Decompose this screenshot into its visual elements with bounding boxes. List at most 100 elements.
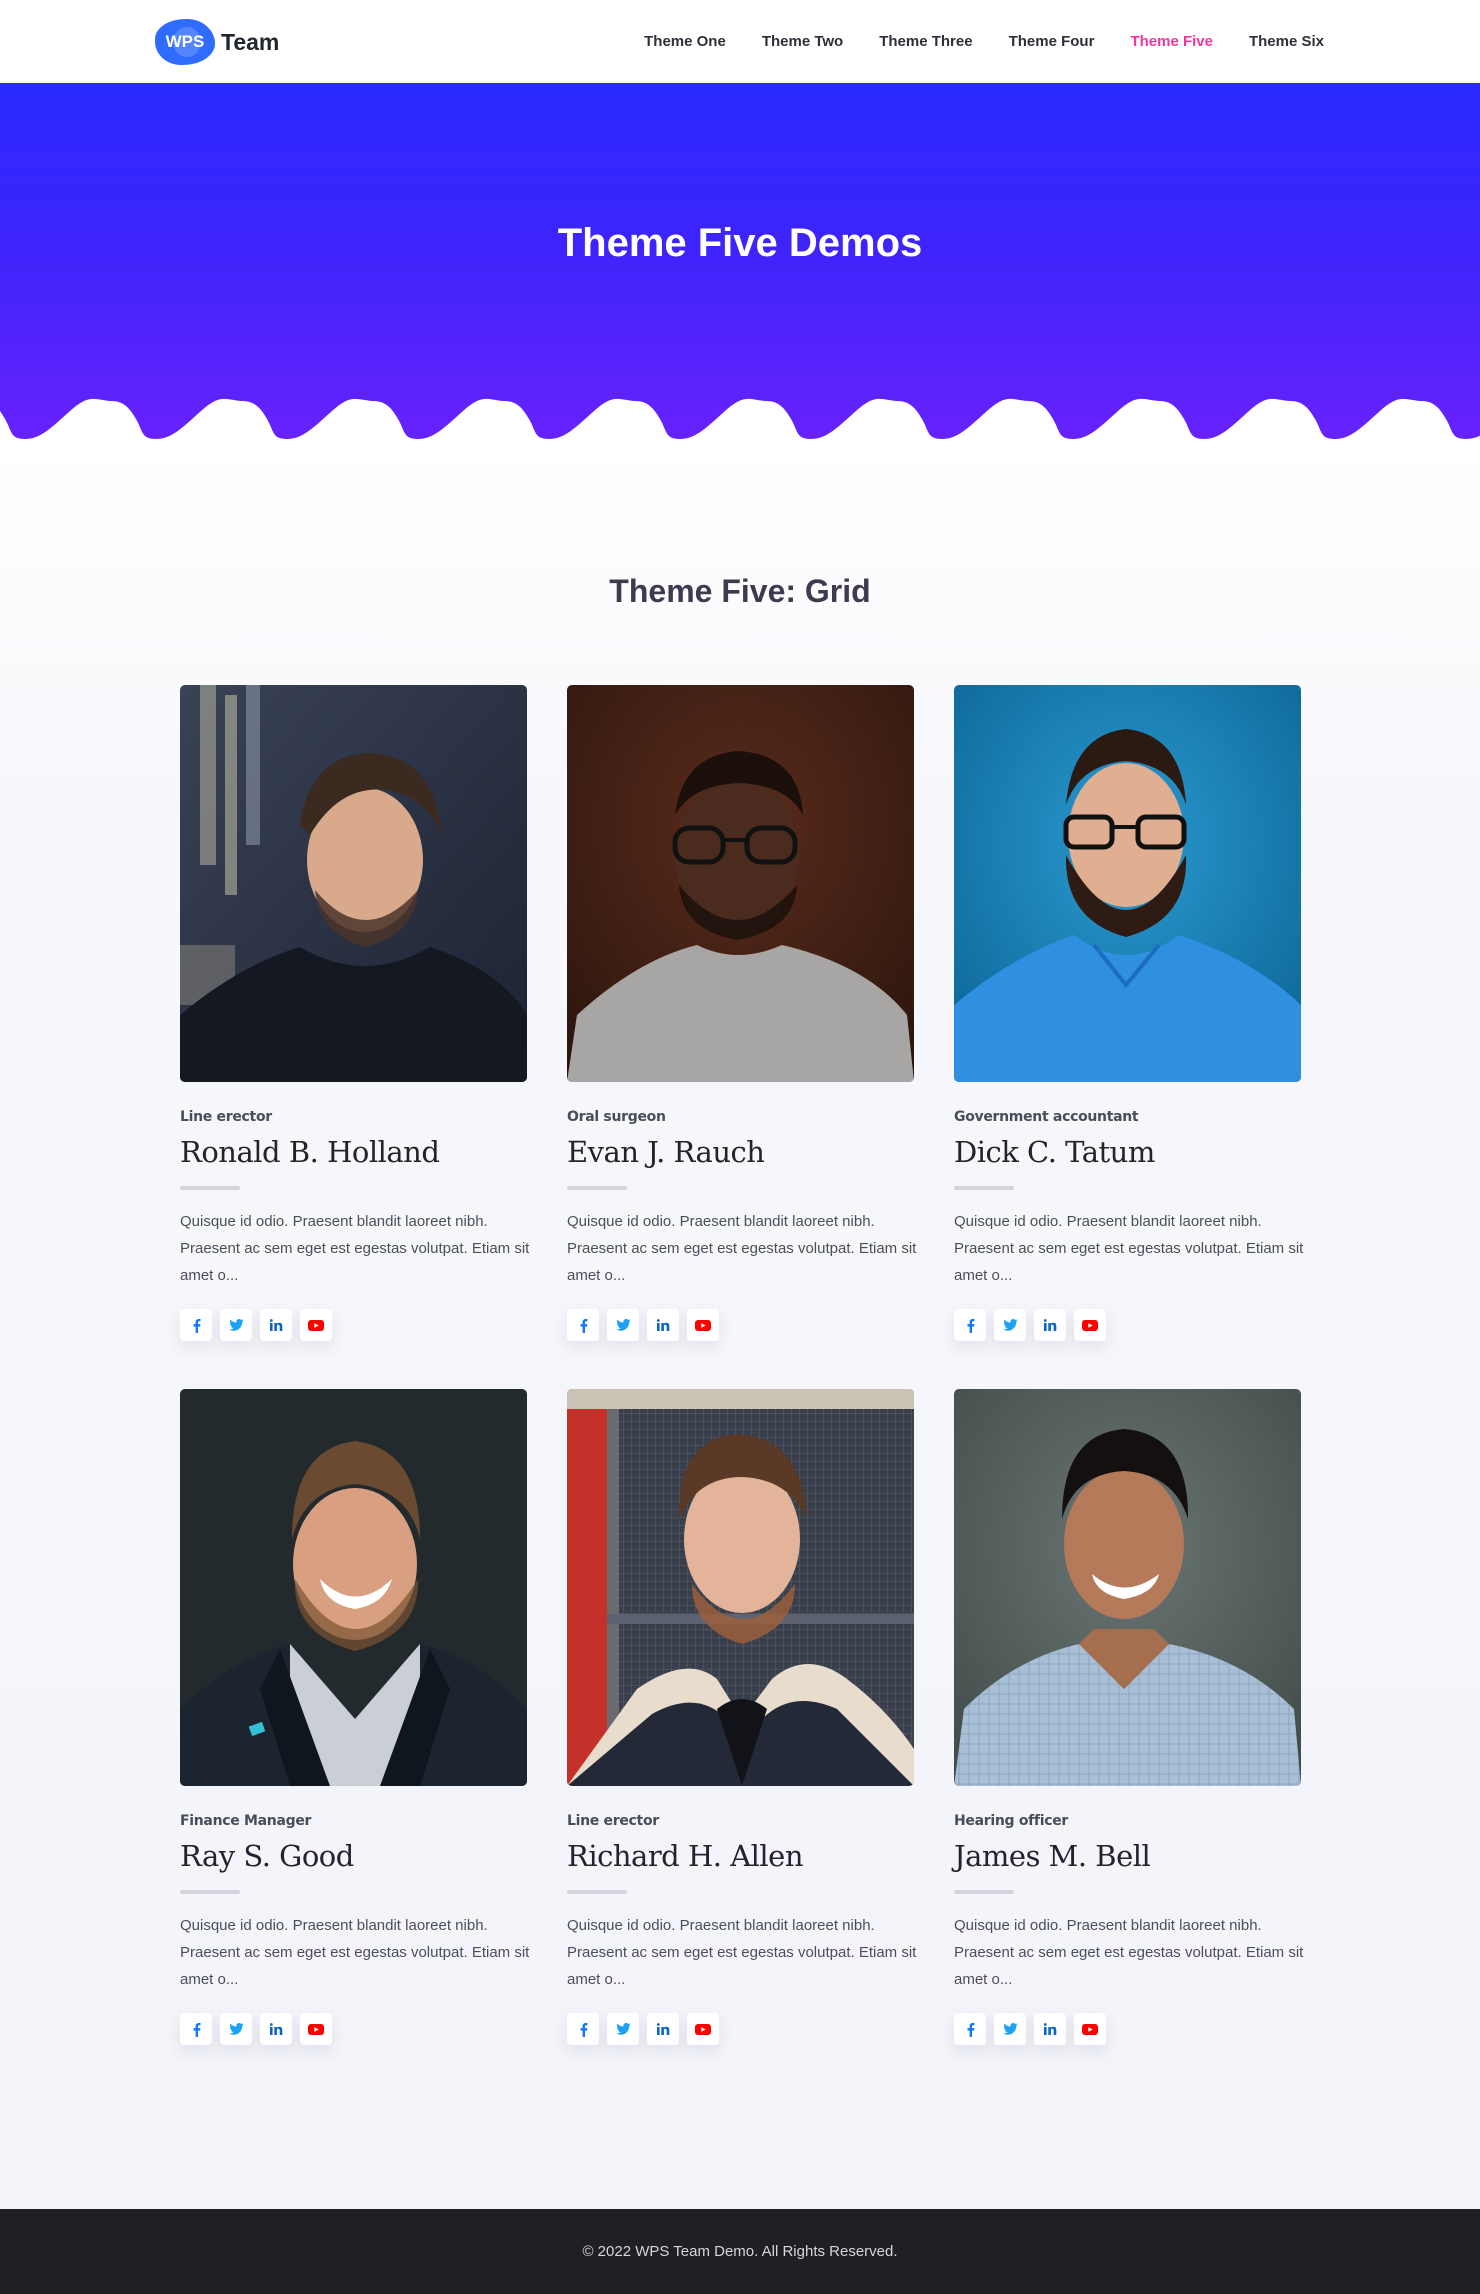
linkedin-link[interactable]: [1034, 1309, 1066, 1341]
member-name[interactable]: Dick C. Tatum: [954, 1135, 1301, 1169]
nav-theme-one[interactable]: Theme One: [644, 33, 726, 50]
linkedin-icon: [1043, 1319, 1057, 1331]
twitter-link[interactable]: [607, 1309, 639, 1341]
linkedin-icon: [269, 2023, 283, 2035]
logo-badge: WPS: [155, 19, 215, 65]
youtube-link[interactable]: [687, 1309, 719, 1341]
member-photo[interactable]: [954, 685, 1301, 1082]
twitter-link[interactable]: [994, 2013, 1026, 2045]
twitter-icon: [615, 2023, 631, 2035]
hero-wave-divider: [0, 398, 1480, 443]
member-role: Government accountant: [954, 1109, 1139, 1125]
portrait-image: [180, 1389, 527, 1786]
nav-theme-five[interactable]: Theme Five: [1130, 33, 1213, 50]
member-role: Oral surgeon: [567, 1109, 666, 1125]
hero-banner: Theme Five Demos: [0, 83, 1480, 443]
linkedin-icon: [656, 2023, 670, 2035]
facebook-link[interactable]: [180, 1309, 212, 1341]
social-links: [567, 1309, 914, 1341]
portrait-image: [567, 1389, 914, 1786]
social-links: [180, 2013, 527, 2045]
member-name[interactable]: Ronald B. Holland: [180, 1135, 527, 1169]
member-photo[interactable]: [180, 685, 527, 1082]
facebook-link[interactable]: [954, 2013, 986, 2045]
facebook-icon: [966, 2022, 975, 2037]
member-name[interactable]: James M. Bell: [954, 1839, 1301, 1873]
twitter-icon: [228, 2023, 244, 2035]
team-grid: Line erector Ronald B. Holland Quisque i…: [180, 685, 1303, 2045]
facebook-link[interactable]: [180, 2013, 212, 2045]
linkedin-link[interactable]: [1034, 2013, 1066, 2045]
divider: [180, 1890, 240, 1894]
twitter-icon: [1002, 2023, 1018, 2035]
member-role: Line erector: [567, 1813, 659, 1829]
logo[interactable]: WPS Team: [155, 19, 279, 65]
youtube-link[interactable]: [300, 1309, 332, 1341]
facebook-link[interactable]: [567, 2013, 599, 2045]
member-name[interactable]: Richard H. Allen: [567, 1839, 914, 1873]
social-links: [954, 2013, 1301, 2045]
member-role: Finance Manager: [180, 1813, 312, 1829]
section-title: Theme Five: Grid: [609, 573, 871, 609]
divider: [954, 1890, 1014, 1894]
hero-title: Theme Five Demos: [557, 221, 923, 265]
portrait-image: [180, 685, 527, 1082]
logo-text: Team: [221, 28, 280, 55]
member-name[interactable]: Evan J. Rauch: [567, 1135, 914, 1169]
member-role: Hearing officer: [954, 1813, 1069, 1829]
member-name[interactable]: Ray S. Good: [180, 1839, 527, 1873]
member-photo[interactable]: [954, 1389, 1301, 1786]
facebook-icon: [192, 2022, 201, 2037]
site-header: WPS Team Theme One Theme Two Theme Three…: [0, 0, 1480, 83]
main-nav: Theme One Theme Two Theme Three Theme Fo…: [608, 0, 1324, 83]
youtube-link[interactable]: [1074, 2013, 1106, 2045]
nav-theme-two[interactable]: Theme Two: [762, 33, 843, 50]
twitter-link[interactable]: [607, 2013, 639, 2045]
member-card: Line erector Ronald B. Holland Quisque i…: [180, 685, 529, 1341]
member-role: Line erector: [180, 1109, 272, 1125]
portrait-image: [954, 1389, 1301, 1786]
member-photo[interactable]: [567, 685, 914, 1082]
linkedin-link[interactable]: [260, 2013, 292, 2045]
divider: [180, 1186, 240, 1190]
portrait-image: [567, 685, 914, 1082]
facebook-icon: [579, 2022, 588, 2037]
youtube-link[interactable]: [1074, 1309, 1106, 1341]
divider: [567, 1186, 627, 1190]
linkedin-link[interactable]: [647, 2013, 679, 2045]
member-photo[interactable]: [567, 1389, 914, 1786]
youtube-link[interactable]: [687, 2013, 719, 2045]
linkedin-link[interactable]: [647, 1309, 679, 1341]
youtube-icon: [695, 1319, 711, 1331]
site-footer: © 2022 WPS Team Demo. All Rights Reserve…: [0, 2209, 1480, 2294]
nav-theme-four[interactable]: Theme Four: [1009, 33, 1095, 50]
linkedin-link[interactable]: [260, 1309, 292, 1341]
member-photo[interactable]: [180, 1389, 527, 1786]
divider: [954, 1186, 1014, 1190]
member-bio: Quisque id odio. Praesent blandit laoree…: [180, 1917, 530, 1988]
nav-theme-six[interactable]: Theme Six: [1249, 33, 1324, 50]
nav-theme-three[interactable]: Theme Three: [879, 33, 972, 50]
youtube-link[interactable]: [300, 2013, 332, 2045]
facebook-link[interactable]: [567, 1309, 599, 1341]
youtube-icon: [695, 2023, 711, 2035]
facebook-icon: [579, 1318, 588, 1333]
twitter-icon: [1002, 1319, 1018, 1331]
youtube-icon: [308, 2023, 324, 2035]
member-card: Line erector Richard H. Allen Quisque id…: [567, 1389, 916, 2045]
facebook-icon: [966, 1318, 975, 1333]
member-bio: Quisque id odio. Praesent blandit laoree…: [567, 1213, 917, 1284]
twitter-link[interactable]: [220, 1309, 252, 1341]
copyright-text: © 2022 WPS Team Demo. All Rights Reserve…: [582, 2243, 898, 2260]
social-links: [180, 1309, 527, 1341]
twitter-link[interactable]: [994, 1309, 1026, 1341]
member-card: Oral surgeon Evan J. Rauch Quisque id od…: [567, 685, 917, 1341]
member-card: Finance Manager Ray S. Good Quisque id o…: [180, 1389, 530, 2045]
member-bio: Quisque id odio. Praesent blandit laoree…: [954, 1917, 1304, 1988]
divider: [567, 1890, 627, 1894]
facebook-link[interactable]: [954, 1309, 986, 1341]
facebook-icon: [192, 1318, 201, 1333]
youtube-icon: [308, 1319, 324, 1331]
twitter-link[interactable]: [220, 2013, 252, 2045]
portrait-image: [954, 685, 1301, 1082]
